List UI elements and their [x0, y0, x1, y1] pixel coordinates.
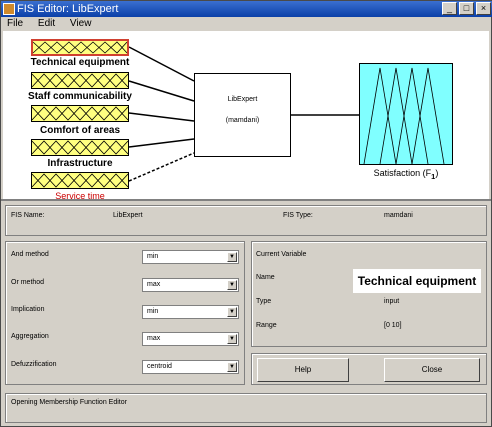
menu-file[interactable]: File [7, 18, 23, 29]
output-mf-satisfaction[interactable] [359, 63, 453, 165]
input-label: Staff communicability [28, 91, 132, 102]
input-mf-infrastructure[interactable] [31, 139, 129, 156]
dropdown-arrow-icon: ▼ [227, 252, 237, 262]
output-label: Satisfaction (F1) [373, 168, 439, 181]
or-method-label: Or method [11, 279, 45, 286]
divider [1, 199, 491, 201]
input-mf-staff-communicability[interactable] [31, 72, 129, 89]
close-window-button[interactable]: × [476, 2, 491, 15]
dropdown-arrow-icon: ▼ [227, 280, 237, 290]
minimize-button[interactable]: _ [442, 2, 457, 15]
and-method-label: And method [11, 251, 49, 258]
membership-functions-icon [32, 41, 128, 54]
help-button[interactable]: Help [257, 358, 349, 382]
implication-label: Implication [11, 306, 45, 313]
fis-info-panel [5, 205, 487, 236]
menu-view[interactable]: View [70, 18, 92, 29]
system-name: LibExpert [227, 96, 258, 103]
status-text: Opening Membership Function Editor [11, 399, 127, 406]
membership-functions-icon [31, 173, 129, 188]
input-mf-technical-equipment[interactable] [31, 39, 129, 56]
aggregation-select[interactable]: max ▼ [142, 332, 239, 346]
app-icon [3, 3, 15, 15]
fis-type-value: mamdani [384, 212, 413, 219]
input-mf-comfort-of-areas[interactable] [31, 105, 129, 122]
fis-name-value: LibExpert [113, 212, 143, 219]
input-label: Technical equipment [30, 57, 130, 68]
or-method-select[interactable]: max ▼ [142, 278, 239, 292]
current-variable-title: Current Variable [256, 251, 307, 258]
defuzzification-select[interactable]: centroid ▼ [142, 360, 239, 374]
name-label: Name [256, 274, 275, 281]
status-bar [5, 393, 487, 423]
dropdown-arrow-icon: ▼ [227, 334, 237, 344]
window-title: FIS Editor: LibExpert [17, 3, 119, 15]
menu-bar: File Edit View [1, 17, 491, 31]
fis-editor-window: FIS Editor: LibExpert _ □ × File Edit Vi… [0, 0, 492, 427]
implication-select[interactable]: min ▼ [142, 305, 239, 319]
type-label: Type [256, 298, 272, 305]
current-variable-name: Technical equipment [353, 269, 481, 293]
menu-edit[interactable]: Edit [38, 18, 55, 29]
range-label: Range [256, 322, 277, 329]
output-membership-icon [363, 67, 445, 165]
title-bar: FIS Editor: LibExpert _ □ × [1, 1, 492, 17]
aggregation-label: Aggregation [11, 333, 49, 340]
fis-name-label: FIS Name: [11, 212, 45, 219]
dropdown-arrow-icon: ▼ [227, 362, 237, 372]
and-method-select[interactable]: min ▼ [142, 250, 239, 264]
input-label: Comfort of areas [39, 125, 120, 136]
defuzzification-label: Defuzzification [11, 361, 57, 368]
input-label: Infrastructure [47, 158, 113, 169]
dropdown-arrow-icon: ▼ [227, 307, 237, 317]
system-type: (mamdani) [225, 117, 260, 124]
maximize-button[interactable]: □ [459, 2, 474, 15]
membership-functions-icon [31, 106, 129, 121]
type-value: input [384, 298, 400, 305]
membership-functions-icon [31, 73, 129, 88]
fis-type-label: FIS Type: [283, 212, 313, 219]
input-mf-service-time[interactable] [31, 172, 129, 189]
system-box[interactable]: LibExpert (mamdani) [194, 73, 291, 157]
range-value: [0 10] [384, 322, 402, 329]
close-button[interactable]: Close [384, 358, 480, 382]
membership-functions-icon [31, 140, 129, 155]
